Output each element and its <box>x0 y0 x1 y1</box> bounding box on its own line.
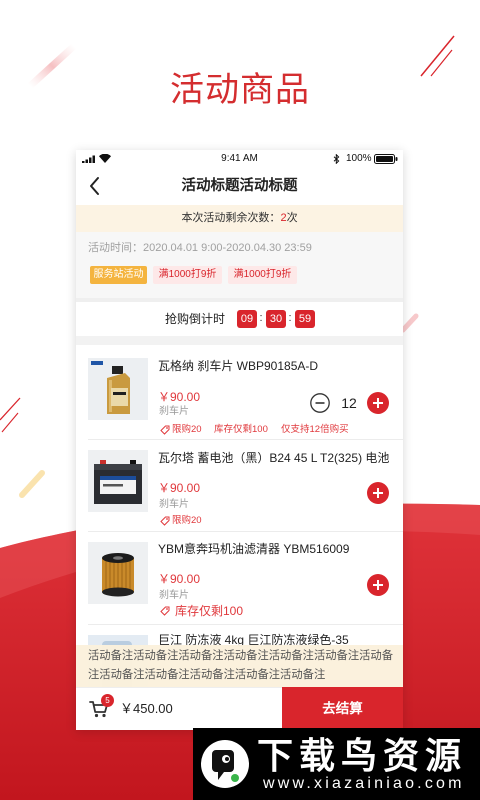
phone-screen: 9:41 AM 100% 活动标题活动标题 本次活动剩余次数：2次 活动时间：2… <box>76 150 403 730</box>
activity-note-line: 活动备注活动备注活动备注活动备注活动备注活动备注活动备 <box>88 650 394 662</box>
remaining-count-banner: 本次活动剩余次数：2次 <box>76 205 403 232</box>
watermark-url: www.xiazainiao.com <box>263 775 465 792</box>
page-heading: 活动商品 <box>170 71 310 109</box>
activity-info: 活动时间：2020.04.01 9:00-2020.04.30 23:59 服务… <box>76 232 403 298</box>
countdown-label: 抢购倒计时 <box>165 312 226 326</box>
checkout-bar: 5 ￥450.00 去结算 <box>76 687 403 730</box>
remaining-unit: 次 <box>286 212 298 224</box>
product-name: 瓦尔塔 蓄电池（黑）B24 45 L T2(325) 电池 <box>158 451 390 465</box>
product-row[interactable]: 瓦尔塔 蓄电池（黑）B24 45 L T2(325) 电池 ￥90.00 刹车片… <box>76 440 403 532</box>
watermark-brand: 下载鸟资源 <box>257 735 468 776</box>
product-category: 刹车片 <box>159 499 189 510</box>
purchase-limit: 限购20 <box>172 424 202 435</box>
product-image <box>88 542 148 604</box>
discount-tag: 满1000打9折 <box>228 266 297 284</box>
countdown-separator: : <box>259 312 263 324</box>
status-bar: 9:41 AM 100% <box>76 150 403 168</box>
product-category: 刹车片 <box>159 590 189 601</box>
nav-bar: 活动标题活动标题 <box>76 168 403 204</box>
battery-icon <box>374 154 398 164</box>
product-name: 瓦格纳 刹车片 WBP90185A-D <box>158 359 319 373</box>
watermark: 下载鸟资源 www.xiazainiao.com <box>193 728 480 800</box>
product-image <box>88 358 148 420</box>
countdown-row: 抢购倒计时 09 : 30 : 59 <box>76 302 403 336</box>
service-station-tag: 服务站活动 <box>90 266 147 284</box>
stock-remaining: 库存仅剩100 <box>175 604 244 618</box>
product-row[interactable]: YBM意奔玛机油滤清器 YBM516009 ￥90.00 刹车片 库存仅剩100 <box>76 532 403 625</box>
battery-percent: 100% <box>346 153 372 164</box>
activity-time: 活动时间：2020.04.01 9:00-2020.04.30 23:59 <box>88 242 312 254</box>
decorative-line <box>0 397 21 421</box>
decorative-streak <box>19 470 45 498</box>
cart-total: ￥450.00 <box>120 701 173 716</box>
tag-icon <box>160 516 170 526</box>
remaining-label: 本次活动剩余次数： <box>181 212 281 224</box>
countdown-hours: 09 <box>237 310 257 328</box>
decrease-quantity-button[interactable] <box>310 393 330 413</box>
product-price: ￥90.00 <box>158 390 201 404</box>
purchase-limit: 限购20 <box>172 515 202 526</box>
section-divider <box>76 336 403 345</box>
quantity-value[interactable]: 12 <box>339 395 359 411</box>
checkout-button[interactable]: 去结算 <box>282 687 403 730</box>
page-title: 活动标题活动标题 <box>181 178 298 194</box>
add-to-cart-button[interactable] <box>367 482 389 504</box>
watermark-logo-icon <box>201 740 249 788</box>
product-image <box>88 450 148 512</box>
increase-quantity-button[interactable] <box>367 392 389 414</box>
tag-icon <box>160 606 170 616</box>
activity-note: 活动备注活动备注活动备注活动备注活动备注活动备注活动备 注活动备注活动备注活动备… <box>76 645 403 687</box>
product-category: 刹车片 <box>159 406 189 417</box>
countdown-seconds: 59 <box>295 310 315 328</box>
countdown-minutes: 30 <box>266 310 286 328</box>
product-price: ￥90.00 <box>158 572 201 586</box>
multiple-purchase-note: 仅支持12倍购买 <box>281 424 349 435</box>
product-row[interactable]: 瓦格纳 刹车片 WBP90185A-D ￥90.00 刹车片 限购20 库存仅剩… <box>76 345 403 440</box>
activity-note-line: 注活动备注活动备注活动备注活动备注活动备注 <box>88 669 326 681</box>
tag-icon <box>160 425 170 435</box>
product-name: YBM意奔玛机油滤清器 YBM516009 <box>158 542 350 556</box>
add-to-cart-button[interactable] <box>367 574 389 596</box>
cart-count-badge: 5 <box>101 694 114 707</box>
stock-remaining: 库存仅剩100 <box>214 424 268 435</box>
discount-tag: 满1000打9折 <box>153 266 222 284</box>
decorative-streak <box>400 313 419 333</box>
product-price: ￥90.00 <box>158 481 201 495</box>
countdown-separator: : <box>288 312 292 324</box>
bluetooth-icon <box>333 154 340 164</box>
